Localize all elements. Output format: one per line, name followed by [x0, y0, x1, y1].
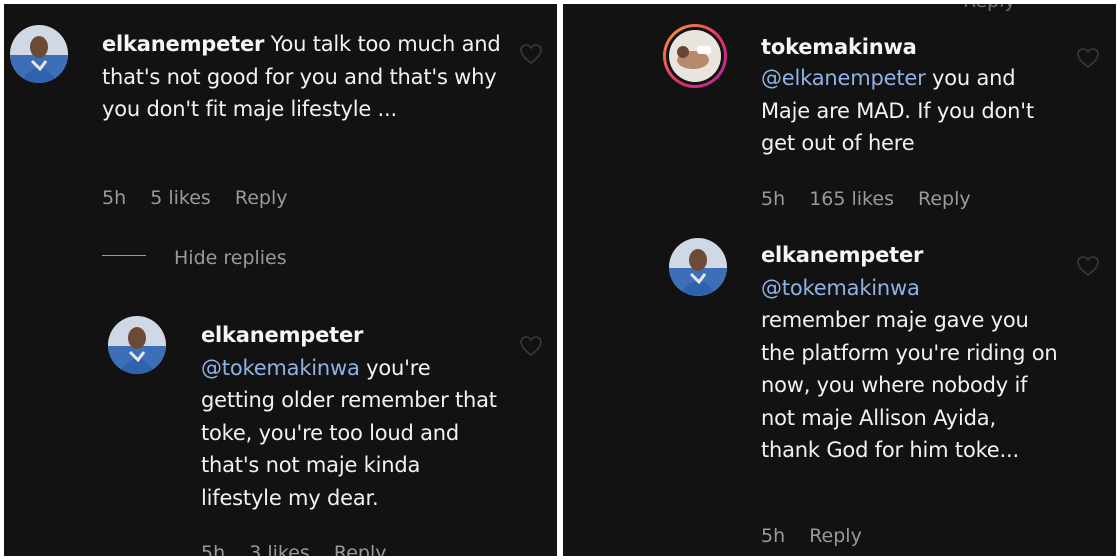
mention-link[interactable]: @tokemakinwa [201, 356, 360, 380]
comment-meta: 5h 5 likes Reply [102, 187, 305, 209]
comment-body: elkanempeter You talk too much and that'… [102, 28, 502, 126]
comment-elkanempeter-main: elkanempeter You talk too much and that'… [4, 4, 557, 234]
mention-link[interactable]: @tokemakinwa [761, 272, 1061, 305]
right-screenshot-panel: Reply tokemakinwa @elkanempeter you and … [563, 4, 1116, 556]
comment-likes[interactable]: 3 likes [249, 542, 310, 556]
avatar[interactable] [10, 25, 68, 83]
reply-button[interactable]: Reply [235, 187, 288, 209]
comment-body: elkanempeter @tokemakinwa you're getting… [201, 319, 501, 514]
avatar-photo [10, 25, 68, 83]
comment-elkanempeter-reply: elkanempeter @tokemakinwa you're getting… [4, 304, 557, 556]
reply-button[interactable]: Reply [334, 542, 387, 556]
heart-icon[interactable] [519, 43, 543, 65]
comment-username[interactable]: elkanempeter [201, 319, 501, 352]
comment-meta: 5h Reply [761, 525, 880, 547]
heart-icon[interactable] [1076, 47, 1100, 69]
comment-meta: 5h 165 likes Reply [761, 188, 989, 210]
divider [102, 255, 146, 256]
comment-time: 5h [761, 188, 786, 210]
mention-link[interactable]: @elkanempeter [761, 66, 926, 90]
heart-icon[interactable] [1076, 255, 1100, 277]
comment-tokemakinwa: tokemakinwa @elkanempeter you and Maje a… [563, 4, 1116, 229]
comment-time: 5h [102, 187, 127, 209]
reply-button[interactable]: Reply [918, 188, 971, 210]
comment-meta: 5h 3 likes Reply [201, 542, 404, 556]
hide-replies-label: Hide replies [174, 247, 287, 269]
comment-likes[interactable]: 165 likes [809, 188, 894, 210]
comment-body: tokemakinwa @elkanempeter you and Maje a… [761, 32, 1061, 160]
hide-replies-button[interactable]: Hide replies [102, 247, 287, 269]
avatar-story-ring[interactable] [663, 24, 727, 88]
avatar[interactable] [108, 316, 166, 374]
avatar[interactable] [669, 238, 727, 296]
comment-text: remember maje gave you the platform you'… [761, 308, 1058, 462]
comment-username[interactable]: elkanempeter [761, 239, 1061, 272]
avatar-photo [108, 316, 166, 374]
comment-body: elkanempeter @tokemakinwa remember maje … [761, 239, 1061, 467]
comment-elkanempeter-reply: elkanempeter @tokemakinwa remember maje … [563, 229, 1116, 556]
avatar-photo [669, 30, 721, 82]
comment-username[interactable]: elkanempeter [102, 32, 264, 56]
comment-username[interactable]: tokemakinwa [761, 32, 1061, 62]
avatar-photo [669, 238, 727, 296]
heart-icon[interactable] [519, 335, 543, 357]
comment-time: 5h [201, 542, 226, 556]
left-screenshot-panel: elkanempeter You talk too much and that'… [4, 4, 557, 556]
comment-likes[interactable]: 5 likes [150, 187, 211, 209]
comment-time: 5h [761, 525, 786, 547]
reply-button[interactable]: Reply [809, 525, 862, 547]
